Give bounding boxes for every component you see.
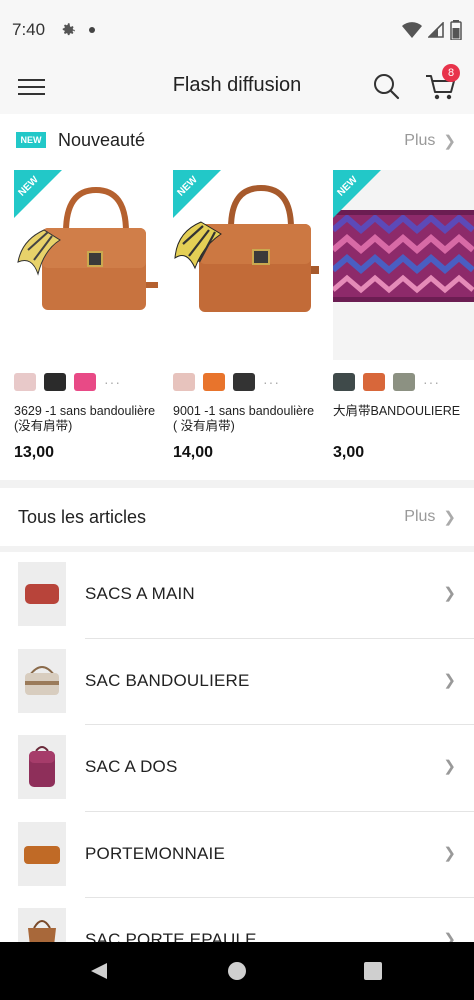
product-name: 3629 -1 sans bandoulière (没有肩带) xyxy=(14,404,156,433)
swatch[interactable] xyxy=(393,373,415,391)
more-articles-link[interactable]: Plus ❯ xyxy=(404,508,456,526)
product-name: 9001 -1 sans bandoulière ( 没有肩带) xyxy=(173,404,315,433)
cart-count-badge: 8 xyxy=(442,64,460,82)
color-swatches: ··· xyxy=(333,372,474,392)
swatch[interactable] xyxy=(74,373,96,391)
product-card[interactable]: NEW ··· 9001 -1 sans bandoulière ( 没有肩带)… xyxy=(173,170,319,462)
color-swatches: ··· xyxy=(173,372,319,392)
chevron-right-icon: ❯ xyxy=(443,844,456,862)
chevron-right-icon: ❯ xyxy=(443,509,456,526)
battery-icon xyxy=(450,20,462,40)
swatch[interactable] xyxy=(14,373,36,391)
category-thumbnail xyxy=(18,648,66,713)
more-new-label: Plus xyxy=(404,132,436,149)
wifi-icon xyxy=(402,22,422,38)
product-price: 3,00 xyxy=(333,444,365,461)
product-card[interactable]: NEW ··· 大肩带BANDOULIERE 3,00 xyxy=(333,170,474,462)
more-swatches-icon[interactable]: ··· xyxy=(423,374,440,390)
section-title-all-articles: Tous les articles xyxy=(18,507,147,527)
home-icon[interactable] xyxy=(228,962,246,980)
notification-dot xyxy=(89,27,96,33)
swatch[interactable] xyxy=(44,373,66,391)
back-icon[interactable] xyxy=(90,962,108,980)
app-bar: Flash diffusion 8 xyxy=(0,60,474,114)
category-label: SACS A MAIN xyxy=(85,584,195,603)
product-price: 14,00 xyxy=(173,444,214,461)
recents-icon[interactable] xyxy=(364,962,382,980)
product-image[interactable]: NEW xyxy=(333,170,474,360)
more-swatches-icon[interactable]: ··· xyxy=(263,374,280,390)
swatch[interactable] xyxy=(333,373,355,391)
search-icon[interactable] xyxy=(372,72,400,100)
app-title: Flash diffusion xyxy=(172,74,302,96)
swatch[interactable] xyxy=(233,373,255,391)
status-time: 7:40 xyxy=(12,20,46,39)
category-label: PORTEMONNAIE xyxy=(85,843,225,863)
system-nav-bar xyxy=(0,942,474,1000)
all-articles-header: Tous les articles Plus ❯ xyxy=(0,488,474,546)
category-label: SAC A DOS xyxy=(85,757,178,776)
signal-icon xyxy=(428,22,444,38)
swatch[interactable] xyxy=(173,373,195,391)
swatch[interactable] xyxy=(363,373,385,391)
category-thumbnail xyxy=(18,908,66,942)
new-products-section: NEW Nouveauté Plus ❯ NEW ··· 3629 -1 san… xyxy=(0,114,474,480)
product-name: 大肩带BANDOULIERE xyxy=(333,404,461,418)
product-price: 13,00 xyxy=(14,444,55,461)
more-new-link[interactable]: Plus ❯ xyxy=(404,132,456,150)
category-item[interactable]: SAC PORTE EPAULE ❯ xyxy=(0,898,474,942)
product-card[interactable]: NEW ··· 3629 -1 sans bandoulière (没有肩带) … xyxy=(14,170,160,462)
product-image[interactable]: NEW xyxy=(173,170,319,360)
category-item[interactable]: SACS A MAIN ❯ xyxy=(0,552,474,639)
chevron-right-icon: ❯ xyxy=(443,585,456,602)
new-tag: NEW xyxy=(16,132,46,148)
color-swatches: ··· xyxy=(14,372,160,392)
chevron-right-icon: ❯ xyxy=(443,671,456,689)
category-label: SAC PORTE EPAULE xyxy=(85,930,257,942)
more-swatches-icon[interactable]: ··· xyxy=(104,374,121,390)
product-image[interactable]: NEW xyxy=(14,170,160,360)
swatch[interactable] xyxy=(203,373,225,391)
more-articles-label: Plus xyxy=(404,508,436,525)
gear-icon xyxy=(62,23,75,36)
category-list: SACS A MAIN ❯ SAC BANDOULIERE ❯ SAC A DO… xyxy=(0,552,474,942)
chevron-right-icon: ❯ xyxy=(443,133,456,150)
category-thumbnail xyxy=(18,821,66,886)
category-item[interactable]: SAC BANDOULIERE ❯ xyxy=(0,639,474,725)
category-thumbnail xyxy=(18,562,66,626)
section-title-new: Nouveauté xyxy=(58,130,146,150)
category-item[interactable]: PORTEMONNAIE ❯ xyxy=(0,812,474,898)
chevron-right-icon: ❯ xyxy=(443,758,456,775)
status-bar: 7:40 xyxy=(0,0,474,60)
category-label: SAC BANDOULIERE xyxy=(85,670,250,690)
category-item[interactable]: SAC A DOS ❯ xyxy=(0,725,474,812)
category-thumbnail xyxy=(18,735,66,799)
chevron-right-icon: ❯ xyxy=(443,931,456,942)
